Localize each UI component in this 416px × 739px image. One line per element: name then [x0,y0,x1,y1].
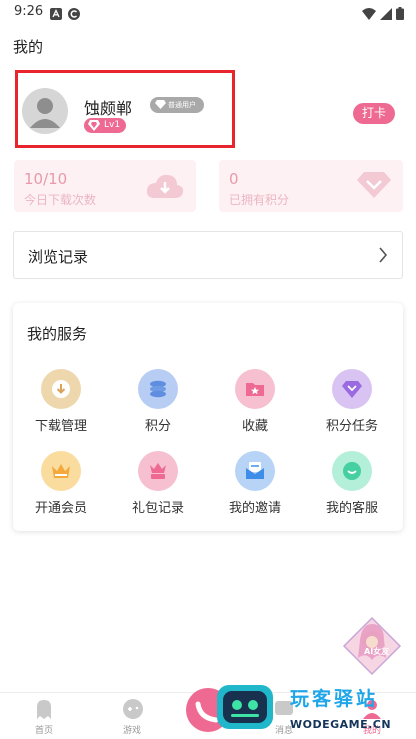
level-label: Lv1 [104,120,121,130]
battery-icon [396,5,410,20]
browse-history-label: 浏览记录 [28,248,89,266]
watermark-title: 玩客驿站 [290,688,379,710]
ai-girlfriend-button[interactable]: AI女友 [342,616,402,676]
page-title: 我的 [13,38,44,56]
service-label: 我的客服 [325,501,378,516]
points-label: 已拥有积分 [229,193,290,207]
coins-icon [138,369,178,409]
ai-float-label: AI女友 [364,647,390,656]
watermark-robot-logo [213,683,277,733]
heart-diamond-icon [88,120,100,131]
download-icon [41,369,81,409]
crown-icon [41,451,81,491]
services-card: 我的服务 下载管理 积分 收藏 积分任务 开通会员 礼包记录 我的邀请 我的客服 [13,303,403,531]
service-points-tasks[interactable]: 积分任务 [307,369,397,439]
points-card[interactable]: 0 已拥有积分 [219,160,403,212]
status-time: 9:26 [14,4,44,19]
notification-a-icon [50,5,64,20]
service-label: 积分 [144,419,171,434]
diamond-icon [357,172,391,198]
signal-icon [380,5,394,20]
downloads-card[interactable]: 10/10 今日下载次数 [14,160,196,212]
downloads-label: 今日下载次数 [24,193,97,207]
watermark-url: WODEGAME.CN [290,718,392,731]
service-my-invites[interactable]: 我的邀请 [210,451,300,521]
status-bar: 9:26 [0,0,416,26]
checkin-button[interactable]: 打卡 [353,103,395,124]
service-favorites[interactable]: 收藏 [210,369,300,439]
service-label: 收藏 [241,419,268,434]
service-open-membership[interactable]: 开通会员 [16,451,106,521]
chevron-right-icon [379,247,388,263]
diamond-icon [155,100,166,109]
app-c-icon [68,5,82,20]
avatar[interactable] [22,88,68,134]
ghost-icon [37,700,51,719]
downloads-value: 10/10 [24,170,68,188]
nav-label: 游戏 [122,726,141,736]
nav-label: 首页 [34,726,53,736]
browse-history-row[interactable]: 浏览记录 [13,231,403,279]
member-badge-label: 普通用户 [168,101,196,109]
service-label: 礼包记录 [131,501,184,516]
wifi-icon [362,5,376,20]
folder-star-icon [235,369,275,409]
service-label: 开通会员 [34,501,87,516]
gift-crown-icon [138,451,178,491]
points-value: 0 [229,170,239,188]
gamepad-icon [123,699,143,719]
nav-games[interactable]: 游戏 [92,693,172,739]
user-silhouette-icon [30,98,60,128]
service-label: 我的邀请 [228,501,281,516]
chat-icon [332,451,372,491]
service-customer-support[interactable]: 我的客服 [307,451,397,521]
service-gift-records[interactable]: 礼包记录 [113,451,203,521]
service-download-manager[interactable]: 下载管理 [16,369,106,439]
service-label: 积分任务 [325,419,378,434]
nav-home[interactable]: 首页 [4,693,84,739]
member-badge: 普通用户 [150,97,204,113]
cloud-download-icon [146,174,184,198]
username[interactable]: 蚀颇郸 [84,95,132,119]
diamond-task-icon [332,369,372,409]
level-badge: Lv1 [84,118,126,133]
service-label: 下载管理 [34,419,87,434]
mail-icon [235,451,275,491]
service-points[interactable]: 积分 [113,369,203,439]
services-title: 我的服务 [27,325,88,343]
